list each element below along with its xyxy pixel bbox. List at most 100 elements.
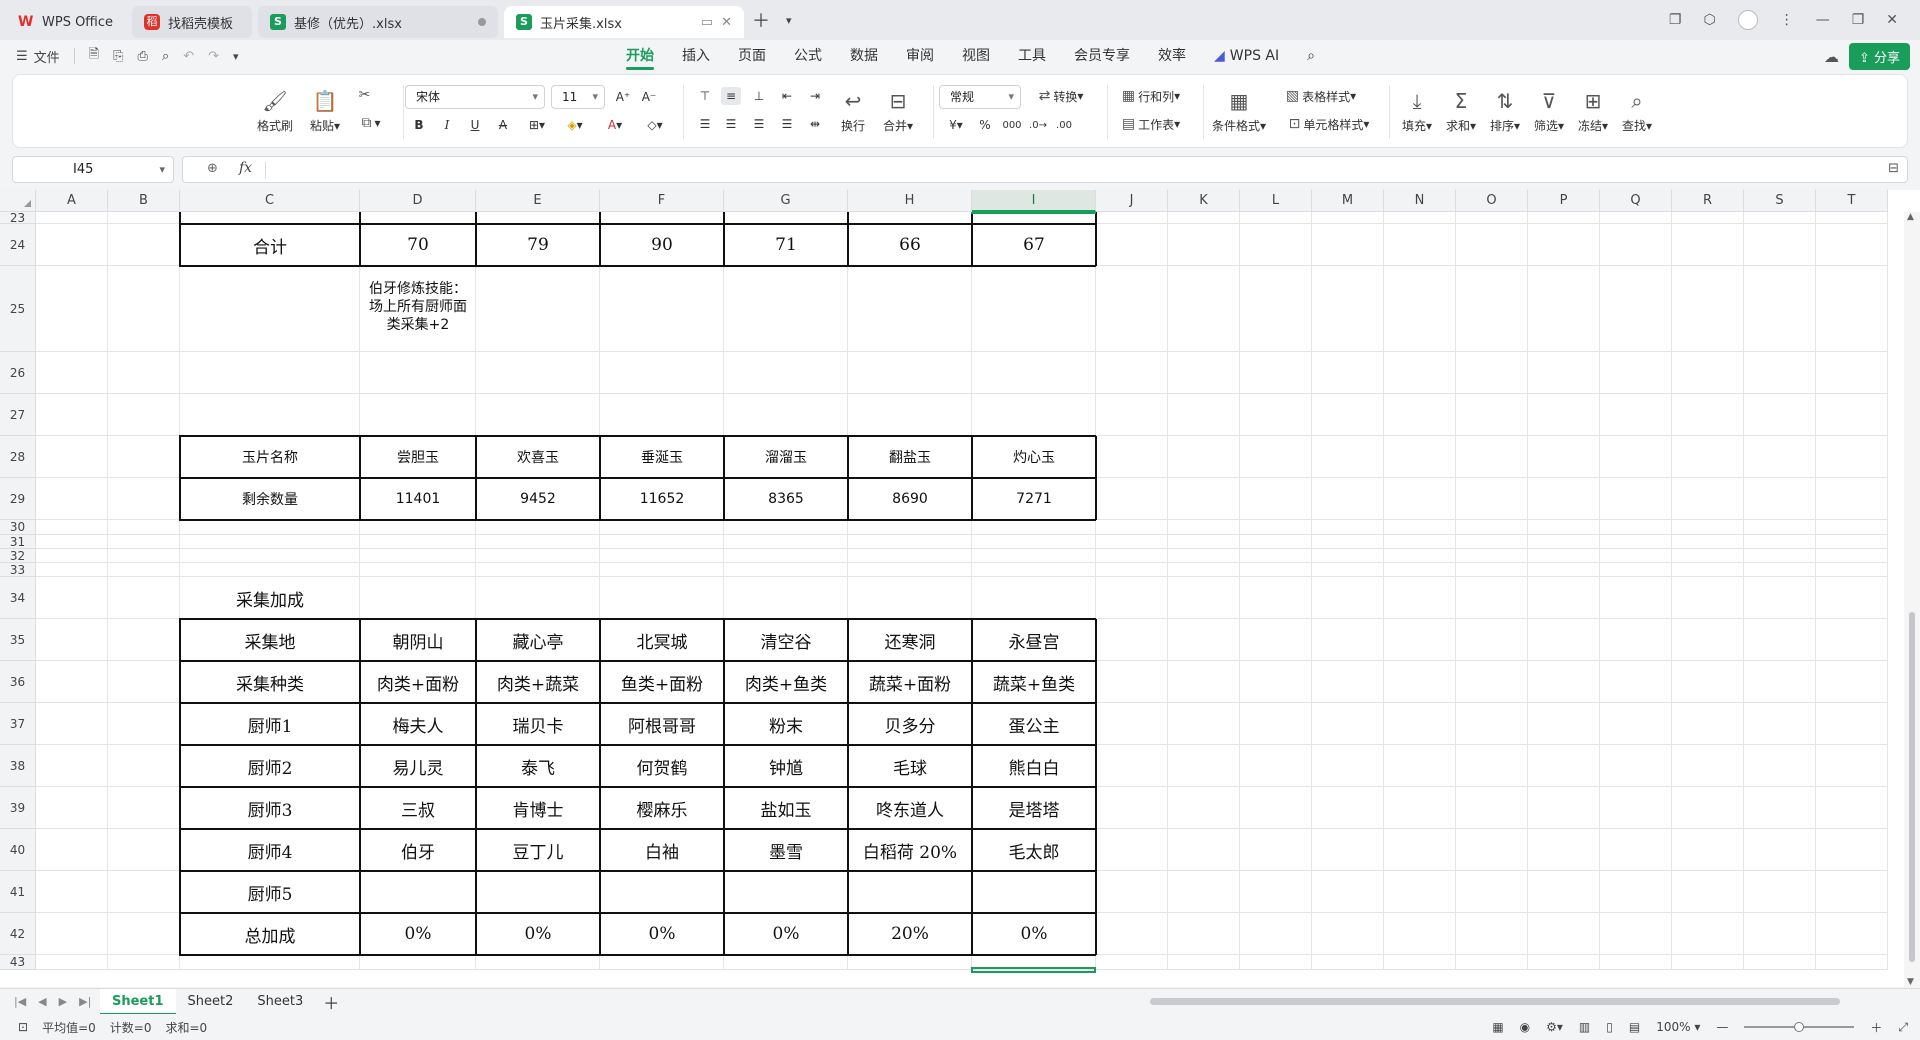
settings-icon[interactable]: ⚙▾ — [1546, 1020, 1563, 1034]
column-header-m[interactable]: M — [1312, 190, 1384, 212]
more-chevron-icon[interactable]: ▾ — [233, 50, 239, 63]
zoom-in-icon[interactable]: ＋ — [1870, 1019, 1882, 1036]
jade-remaining-cell[interactable]: 8690 — [848, 478, 972, 520]
bonus-table-cell[interactable]: 蔬菜+鱼类 — [972, 661, 1096, 703]
monitor-icon[interactable]: ▭ — [701, 15, 713, 30]
column-header-e[interactable]: E — [476, 190, 600, 212]
close-window-icon[interactable]: ✕ — [1886, 12, 1898, 28]
bonus-table-cell[interactable]: 肉类+鱼类 — [724, 661, 848, 703]
bonus-table-cell[interactable]: 朝阴山 — [360, 619, 476, 661]
bold-button[interactable]: B — [409, 115, 429, 135]
find-button[interactable]: ⌕ 查找▾ — [1617, 83, 1657, 139]
align-center-icon[interactable]: ☰ — [721, 115, 741, 133]
bonus-table-cell[interactable]: 毛球 — [848, 745, 972, 787]
jade-header-cell[interactable]: 溜溜玉 — [724, 436, 848, 478]
jade-remaining-cell[interactable]: 剩余数量 — [180, 478, 360, 520]
bonus-table-cell[interactable]: 厨师3 — [180, 787, 360, 829]
table-view-icon[interactable]: ▦ — [1492, 1020, 1503, 1034]
bonus-table-cell[interactable]: 采集种类 — [180, 661, 360, 703]
bonus-table-cell[interactable]: 盐如玉 — [724, 787, 848, 829]
tab-home[interactable]: 开始 — [612, 40, 668, 72]
column-header-a[interactable]: A — [36, 190, 108, 212]
tab-wps-office[interactable]: W WPS Office — [6, 6, 126, 38]
bonus-table-cell[interactable]: 0% — [476, 913, 600, 955]
bonus-table-cell[interactable]: 0% — [724, 913, 848, 955]
jade-header-cell[interactable]: 欢喜玉 — [476, 436, 600, 478]
bonus-table-cell[interactable]: 咚东道人 — [848, 787, 972, 829]
name-box[interactable]: I45 ▾ — [12, 156, 174, 183]
next-sheet-icon[interactable]: ▶ — [59, 995, 67, 1008]
jade-header-cell[interactable]: 垂涎玉 — [600, 436, 724, 478]
bonus-table-cell[interactable]: 是塔塔 — [972, 787, 1096, 829]
export-icon[interactable]: ⎘ — [113, 49, 123, 64]
row-header-25[interactable]: 25 — [0, 266, 36, 352]
bonus-table-cell[interactable]: 毛太郎 — [972, 829, 1096, 871]
expand-formula-icon[interactable]: ⊟ — [1888, 161, 1899, 176]
bonus-table-cell[interactable]: 白袖 — [600, 829, 724, 871]
sheet-tab-sheet3[interactable]: Sheet3 — [245, 989, 315, 1015]
spreadsheet-grid[interactable]: ABCDEFGHIJKLMNOPQRST 23 24 25 26 27 28 29 30 31 3… — [0, 190, 1920, 987]
zoom-slider-knob[interactable] — [1794, 1022, 1805, 1032]
row-header-29[interactable]: 29 — [0, 478, 36, 520]
column-header-p[interactable]: P — [1528, 190, 1600, 212]
save-icon[interactable]: 🗎 — [89, 45, 99, 67]
percent-icon[interactable]: % — [975, 115, 995, 135]
cloud-upload-icon[interactable]: ☁ — [1824, 48, 1839, 66]
row-header-24[interactable]: 24 — [0, 224, 36, 266]
row-header-27[interactable]: 27 — [0, 394, 36, 436]
bonus-table-cell[interactable]: 瑞贝卡 — [476, 703, 600, 745]
fx-icon[interactable]: fx — [239, 160, 252, 176]
normal-view-icon[interactable]: ▥ — [1579, 1020, 1590, 1034]
sort-button[interactable]: ⇅ 排序▾ — [1485, 83, 1525, 139]
bonus-table-cell[interactable]: 肉类+蔬菜 — [476, 661, 600, 703]
column-header-n[interactable]: N — [1384, 190, 1456, 212]
print-icon[interactable]: ⎙ — [138, 49, 148, 64]
bonus-table-cell[interactable]: 厨师1 — [180, 703, 360, 745]
wps-ai-button[interactable]: ◢ WPS AI — [1200, 40, 1293, 72]
row-header-33[interactable]: 33 — [0, 563, 36, 577]
column-header-s[interactable]: S — [1744, 190, 1816, 212]
window-layout-icon[interactable]: ❐ — [1669, 12, 1682, 28]
justify-icon[interactable]: ☰ — [777, 115, 797, 133]
tab-list-chevron-icon[interactable]: ▾ — [778, 14, 800, 27]
zoom-slider[interactable] — [1744, 1022, 1855, 1032]
bonus-table-cell[interactable]: 贝多分 — [848, 703, 972, 745]
indent-increase-icon[interactable]: ⇥ — [805, 87, 825, 105]
bonus-table-cell[interactable]: 白稻荷 20% — [848, 829, 972, 871]
share-button[interactable]: ⇪ 分享 — [1848, 43, 1910, 70]
distributed-icon[interactable]: ⇹ — [805, 115, 825, 133]
column-header-g[interactable]: G — [724, 190, 848, 212]
column-header-h[interactable]: H — [848, 190, 972, 212]
font-size-select[interactable]: 11 ▾ — [551, 85, 605, 109]
bonus-table-cell[interactable]: 鱼类+面粉 — [600, 661, 724, 703]
font-name-select[interactable]: 宋体 ▾ — [405, 85, 545, 109]
bonus-table-cell[interactable] — [360, 871, 476, 913]
tab-review[interactable]: 审阅 — [892, 40, 948, 72]
copy-icon[interactable]: ⧉ ▾ — [353, 113, 389, 133]
bonus-table-cell[interactable]: 0% — [972, 913, 1096, 955]
paste-button[interactable]: 📋 粘贴▾ — [303, 83, 347, 139]
align-middle-icon[interactable]: ≡ — [721, 87, 741, 105]
search-icon[interactable]: ⌕ — [1293, 40, 1329, 72]
bonus-table-cell[interactable]: 厨师5 — [180, 871, 360, 913]
jade-remaining-cell[interactable]: 9452 — [476, 478, 600, 520]
total-cell[interactable]: 70 — [360, 224, 476, 266]
bonus-table-cell[interactable] — [476, 871, 600, 913]
tab-tools[interactable]: 工具 — [1004, 40, 1060, 72]
eye-protect-icon[interactable]: ◉ — [1520, 1020, 1530, 1034]
row-header-36[interactable]: 36 — [0, 661, 36, 703]
increase-font-icon[interactable]: A⁺ — [613, 87, 633, 107]
jade-remaining-cell[interactable]: 11401 — [360, 478, 476, 520]
tab-insert[interactable]: 插入 — [668, 40, 724, 72]
total-cell[interactable]: 67 — [972, 224, 1096, 266]
tab-view[interactable]: 视图 — [948, 40, 1004, 72]
column-header-t[interactable]: T — [1816, 190, 1888, 212]
convert-button[interactable]: ⇄ 转换 ▾ — [1027, 85, 1095, 107]
bonus-table-cell[interactable] — [848, 871, 972, 913]
currency-icon[interactable]: ¥▾ — [943, 115, 969, 135]
tab-efficiency[interactable]: 效率 — [1144, 40, 1200, 72]
row-header-23[interactable]: 23 — [0, 211, 36, 225]
row-header-30[interactable]: 30 — [0, 520, 36, 535]
jade-header-cell[interactable]: 尝胆玉 — [360, 436, 476, 478]
column-header-c[interactable]: C — [180, 190, 360, 212]
